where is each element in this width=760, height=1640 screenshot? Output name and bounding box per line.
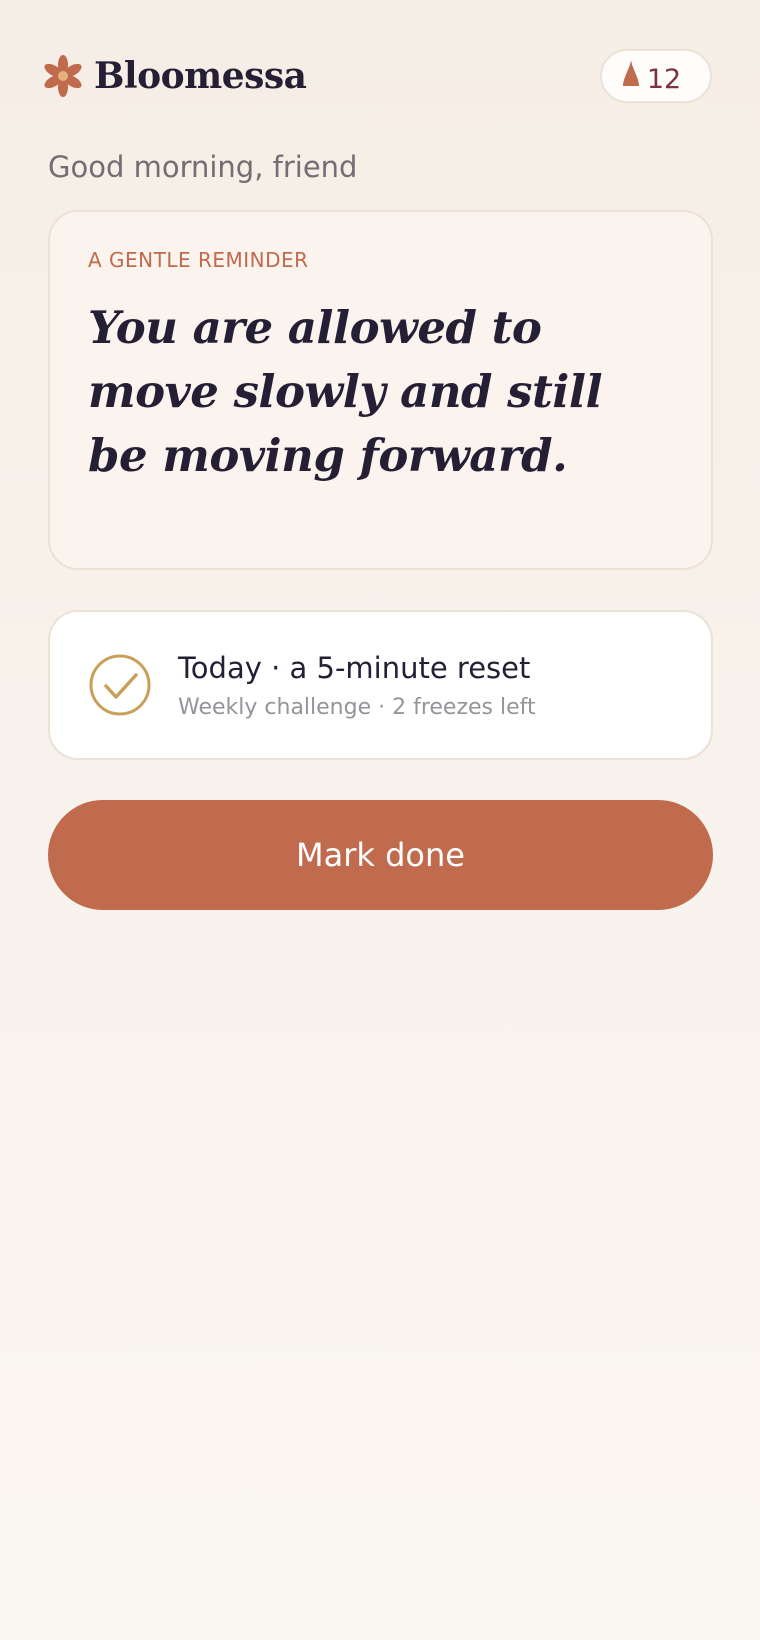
challenge-text: Today · a 5-minute reset Weekly challeng… bbox=[178, 651, 536, 720]
reminder-card: A GENTLE REMINDER You are allowed to mov… bbox=[48, 210, 713, 570]
challenge-subtitle: Weekly challenge · 2 freezes left bbox=[178, 694, 536, 720]
challenge-card[interactable]: Today · a 5-minute reset Weekly challeng… bbox=[48, 610, 713, 760]
greeting-text: Good morning, friend bbox=[48, 150, 358, 184]
app-header: Bloomessa 12 bbox=[44, 48, 712, 104]
streak-badge[interactable]: 12 bbox=[600, 49, 712, 103]
brand: Bloomessa bbox=[44, 55, 307, 97]
app-name: Bloomessa bbox=[94, 55, 307, 97]
mark-done-button[interactable]: Mark done bbox=[48, 800, 713, 910]
check-circle-icon bbox=[88, 653, 152, 717]
streak-count: 12 bbox=[646, 63, 682, 95]
flame-icon bbox=[621, 58, 641, 94]
reminder-eyebrow: A GENTLE REMINDER bbox=[88, 248, 309, 272]
flower-icon bbox=[44, 55, 82, 97]
challenge-title: Today · a 5-minute reset bbox=[178, 650, 531, 685]
reminder-quote: You are allowed to move slowly and still… bbox=[88, 301, 603, 482]
